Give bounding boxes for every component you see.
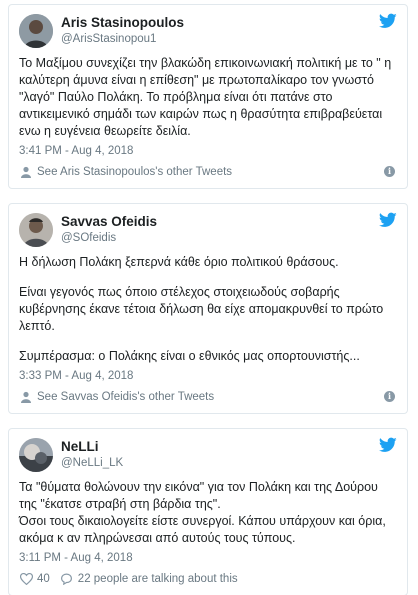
see-other-tweets-link[interactable]: See Aris Stasinopoulos's other Tweets — [37, 166, 232, 178]
user-photo-icon — [19, 213, 53, 247]
tweet-paragraph: Το Μαξίμου συνεχίζει την βλακώδη επικοιν… — [19, 56, 392, 138]
tweet-timestamp[interactable]: 3:33 PM - Aug 4, 2018 — [19, 367, 397, 385]
tweet-header: Savvas Ofeidis @SOfeidis — [19, 210, 397, 250]
tweet-footer: See Savvas Ofeidis's other Tweets i — [19, 385, 397, 409]
talking-about-link[interactable]: 22 people are talking about this — [78, 573, 238, 585]
like-count[interactable]: 40 — [37, 573, 50, 585]
twitter-bird-icon[interactable] — [379, 212, 397, 228]
person-icon — [19, 165, 33, 179]
avatar[interactable] — [19, 213, 53, 247]
tweet-paragraph: Είναι γεγονός πως όποιο στέλεχος στοιχει… — [19, 285, 384, 333]
tweet-text: Το Μαξίμου συνεχίζει την βλακώδη επικοιν… — [19, 55, 397, 140]
user-handle[interactable]: @SOfeidis — [61, 230, 157, 246]
user-photo-icon — [19, 14, 53, 48]
display-name[interactable]: Aris Stasinopoulos — [61, 15, 184, 31]
tweet-card[interactable]: Aris Stasinopoulos @ArisStasinopou1 Το Μ… — [8, 4, 408, 189]
tweet-text: Τα "θύματα θολώνουν την εικόνα" για τον … — [19, 479, 397, 547]
author-names: Savvas Ofeidis @SOfeidis — [61, 214, 157, 246]
twitter-bird-icon[interactable] — [379, 13, 397, 29]
tweet-text: Η δήλωση Πολάκη ξεπερνά κάθε όριο πολιτι… — [19, 254, 397, 365]
tweet-paragraph: Συμπέρασμα: ο Πολάκης είναι ο εθνικός μα… — [19, 349, 360, 363]
tweet-header: NeLLi @NeLLi_LK — [19, 435, 397, 475]
author-names: Aris Stasinopoulos @ArisStasinopou1 — [61, 15, 184, 47]
tweet-card[interactable]: NeLLi @NeLLi_LK Τα "θύματα θολώνουν την … — [8, 428, 408, 595]
twitter-bird-icon[interactable] — [379, 437, 397, 453]
user-photo-icon — [19, 438, 53, 472]
user-handle[interactable]: @ArisStasinopou1 — [61, 31, 184, 47]
avatar[interactable] — [19, 14, 53, 48]
tweet-header: Aris Stasinopoulos @ArisStasinopou1 — [19, 11, 397, 51]
comment-icon[interactable] — [60, 572, 74, 586]
tweet-timestamp[interactable]: 3:11 PM - Aug 4, 2018 — [19, 549, 397, 567]
tweet-footer: 40 22 people are talking about this — [19, 567, 397, 591]
info-icon[interactable]: i — [384, 166, 395, 177]
tweet-timestamp[interactable]: 3:41 PM - Aug 4, 2018 — [19, 142, 397, 160]
tweet-paragraph: Η δήλωση Πολάκη ξεπερνά κάθε όριο πολιτι… — [19, 255, 339, 269]
person-icon — [19, 390, 33, 404]
tweet-card[interactable]: Savvas Ofeidis @SOfeidis Η δήλωση Πολάκη… — [8, 203, 408, 414]
see-other-tweets-link[interactable]: See Savvas Ofeidis's other Tweets — [37, 391, 214, 403]
heart-icon[interactable] — [19, 572, 33, 586]
tweet-footer: See Aris Stasinopoulos's other Tweets i — [19, 160, 397, 184]
info-icon[interactable]: i — [384, 391, 395, 402]
tweet-feed: Aris Stasinopoulos @ArisStasinopou1 Το Μ… — [0, 4, 418, 595]
display-name[interactable]: NeLLi — [61, 439, 123, 455]
display-name[interactable]: Savvas Ofeidis — [61, 214, 157, 230]
tweet-paragraph: Τα "θύματα θολώνουν την εικόνα" για τον … — [19, 480, 386, 545]
avatar[interactable] — [19, 438, 53, 472]
user-handle[interactable]: @NeLLi_LK — [61, 455, 123, 471]
author-names: NeLLi @NeLLi_LK — [61, 439, 123, 471]
